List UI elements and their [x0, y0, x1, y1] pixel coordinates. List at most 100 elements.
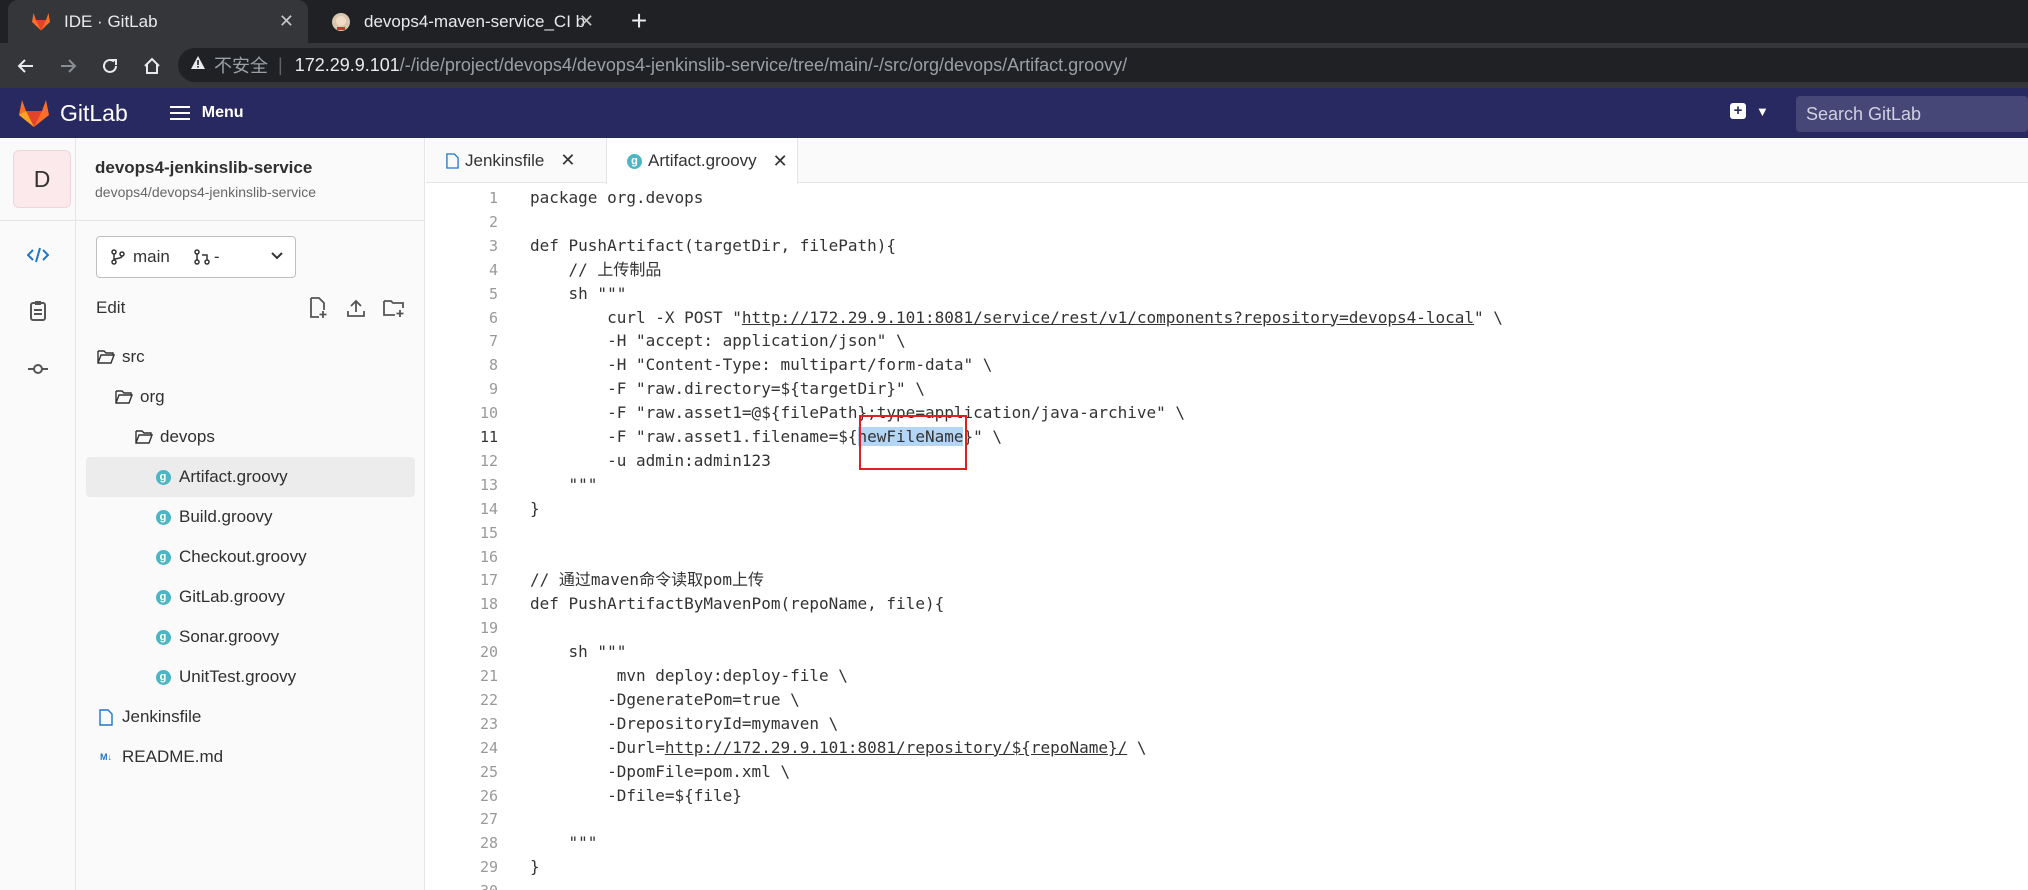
code-line[interactable]: 26 -Dfile=${file}: [426, 784, 2028, 808]
tree-file-readme[interactable]: M↓ README.md: [96, 737, 406, 777]
code-text: }: [530, 498, 540, 518]
code-line[interactable]: 20 sh """: [426, 640, 2028, 664]
code-line[interactable]: 1 package org.devops: [426, 186, 2028, 210]
code-line[interactable]: 24 -Durl=http://172.29.9.101:8081/reposi…: [426, 736, 2028, 760]
home-icon[interactable]: [136, 50, 168, 82]
code-line[interactable]: 29}: [426, 855, 2028, 879]
code-line[interactable]: 12 -u admin:admin123: [426, 449, 2028, 473]
code-line[interactable]: 6 curl -X POST "http://172.29.9.101:8081…: [426, 306, 2028, 330]
line-number: 29: [479, 858, 498, 877]
code-line[interactable]: 9 -F "raw.directory=${targetDir}" \: [426, 377, 2028, 401]
code-text: sh """: [530, 642, 627, 662]
code-line[interactable]: 15: [426, 521, 2028, 545]
code-line[interactable]: 16: [426, 545, 2028, 569]
line-number: 30: [426, 879, 498, 890]
back-icon[interactable]: [10, 50, 42, 82]
tree-file-gitlab-groovy[interactable]: g GitLab.groovy: [153, 577, 406, 617]
tree-file-jenkinsfile[interactable]: Jenkinsfile: [96, 697, 406, 737]
search-input[interactable]: Search GitLab: [1796, 96, 2028, 132]
url-field[interactable]: 不安全 | 172.29.9.101 /-/ide/project/devops…: [178, 48, 2028, 82]
code-line[interactable]: 18 def PushArtifactByMavenPom(repoName, f…: [426, 592, 2028, 616]
file-icon: [446, 152, 459, 169]
browser-tab-ide[interactable]: IDE · GitLab ✕: [8, 0, 308, 43]
code-text: // 通过maven命令读取pom上传: [530, 570, 764, 590]
branch-selector[interactable]: main -: [96, 236, 296, 278]
code-url-link[interactable]: http://172.29.9.101:8081/repository/${re…: [665, 738, 1127, 757]
line-number: 22: [479, 690, 498, 709]
code-line[interactable]: 8 -H "Content-Type: multipart/form-data"…: [426, 353, 2028, 377]
tree-file-unittest-groovy[interactable]: g UnitTest.groovy: [153, 657, 406, 697]
code-line[interactable]: 22 -DgeneratePom=true \: [426, 688, 2028, 712]
code-line[interactable]: 28 """: [426, 831, 2028, 855]
line-number: 1: [488, 189, 498, 207]
tree-file-artifact-groovy[interactable]: g Artifact.groovy: [86, 457, 415, 497]
code-text: -H "accept: application/json" \: [530, 331, 906, 351]
close-icon[interactable]: ✕: [560, 150, 575, 171]
code-line[interactable]: 5 sh """: [426, 282, 2028, 306]
annotation-highlight-box: [859, 415, 967, 470]
code-line[interactable]: 27: [426, 807, 2028, 831]
upload-icon[interactable]: [343, 295, 369, 321]
file-icon: [96, 707, 116, 727]
code-line[interactable]: 21 mvn deploy:deploy-file \: [426, 664, 2028, 688]
file-tree-sidebar: devops4-jenkinslib-service devops4/devop…: [76, 138, 425, 890]
code-line[interactable]: 7 -H "accept: application/json" \: [426, 329, 2028, 353]
tree-file-sonar-groovy[interactable]: g Sonar.groovy: [153, 617, 406, 657]
new-folder-icon[interactable]: [381, 295, 407, 321]
tree-folder-devops[interactable]: devops: [134, 417, 406, 457]
menu-button[interactable]: Menu: [169, 102, 244, 124]
commit-icon[interactable]: [25, 356, 51, 382]
tree-item-label: Artifact.groovy: [179, 467, 288, 486]
new-file-icon[interactable]: [305, 295, 331, 321]
tree-file-build-groovy[interactable]: g Build.groovy: [153, 497, 406, 537]
code-text: package org.devops: [530, 188, 704, 207]
code-line[interactable]: 23 -DrepositoryId=mymaven \: [426, 712, 2028, 736]
code-line[interactable]: 11 -F "raw.asset1.filename=${newFileName…: [426, 425, 2028, 449]
forward-icon[interactable]: [52, 50, 84, 82]
review-clipboard-icon[interactable]: [25, 298, 51, 324]
rail-divider: [0, 220, 76, 221]
code-line[interactable]: 3 def PushArtifact(targetDir, filePath){: [426, 234, 2028, 258]
line-number: 3: [488, 236, 498, 255]
code-text: """: [530, 833, 598, 853]
editor-tab-jenkinsfile[interactable]: Jenkinsfile ✕: [426, 138, 606, 183]
code-line[interactable]: 25 -DpomFile=pom.xml \: [426, 760, 2028, 784]
project-name[interactable]: devops4-jenkinslib-service: [95, 158, 312, 178]
branch-icon: [111, 249, 125, 265]
groovy-file-icon: g: [153, 587, 173, 607]
close-tab-icon[interactable]: ✕: [279, 11, 294, 32]
code-line[interactable]: 30: [426, 879, 2028, 890]
reload-icon[interactable]: [94, 50, 126, 82]
project-avatar[interactable]: D: [13, 150, 71, 208]
code-line[interactable]: 14}: [426, 497, 2028, 521]
groovy-file-icon: g: [153, 667, 173, 687]
code-line[interactable]: 19: [426, 616, 2028, 640]
close-icon[interactable]: ✕: [773, 151, 788, 172]
code-edit-icon[interactable]: [25, 242, 51, 268]
code-line[interactable]: 13 """: [426, 473, 2028, 497]
tree-file-checkout-groovy[interactable]: g Checkout.groovy: [153, 537, 406, 577]
tree-item-label: Build.groovy: [179, 507, 273, 526]
line-number: 24: [479, 738, 498, 757]
editor-tab-artifact-groovy[interactable]: g Artifact.groovy ✕: [606, 138, 798, 184]
code-line[interactable]: 4 // 上传制品: [426, 258, 2028, 282]
groovy-file-icon: g: [153, 547, 173, 567]
code-url-link[interactable]: http://172.29.9.101:8081/service/rest/v1…: [742, 308, 1474, 327]
tree-folder-src[interactable]: src: [96, 337, 406, 377]
code-text: -F "raw.directory=${targetDir}" \: [530, 379, 925, 399]
gitlab-home-link[interactable]: GitLab: [18, 98, 128, 128]
new-tab-icon[interactable]: +: [622, 4, 656, 38]
tree-item-label: UnitTest.groovy: [179, 667, 297, 686]
code-text: sh """: [530, 283, 627, 303]
tree-folder-org[interactable]: org: [114, 377, 406, 417]
code-line[interactable]: 10 -F "raw.asset1=@${filePath};type=appl…: [426, 401, 2028, 425]
code-line[interactable]: 2: [426, 210, 2028, 234]
close-tab-icon[interactable]: ✕: [579, 11, 594, 32]
code-text: -H "Content-Type: multipart/form-data" \: [530, 355, 993, 375]
browser-tab-jenkins[interactable]: devops4-maven-service_CI bc ✕: [308, 0, 608, 43]
code-editor[interactable]: 1 package org.devops 2 3 def PushArtifact(ta…: [426, 184, 2028, 890]
code-line[interactable]: 17 // 通过maven命令读取pom上传: [426, 568, 2028, 592]
warning-icon[interactable]: [190, 55, 206, 75]
new-dropdown-button[interactable]: + ▼: [1730, 103, 1769, 119]
tree-item-label: GitLab.groovy: [179, 587, 285, 606]
